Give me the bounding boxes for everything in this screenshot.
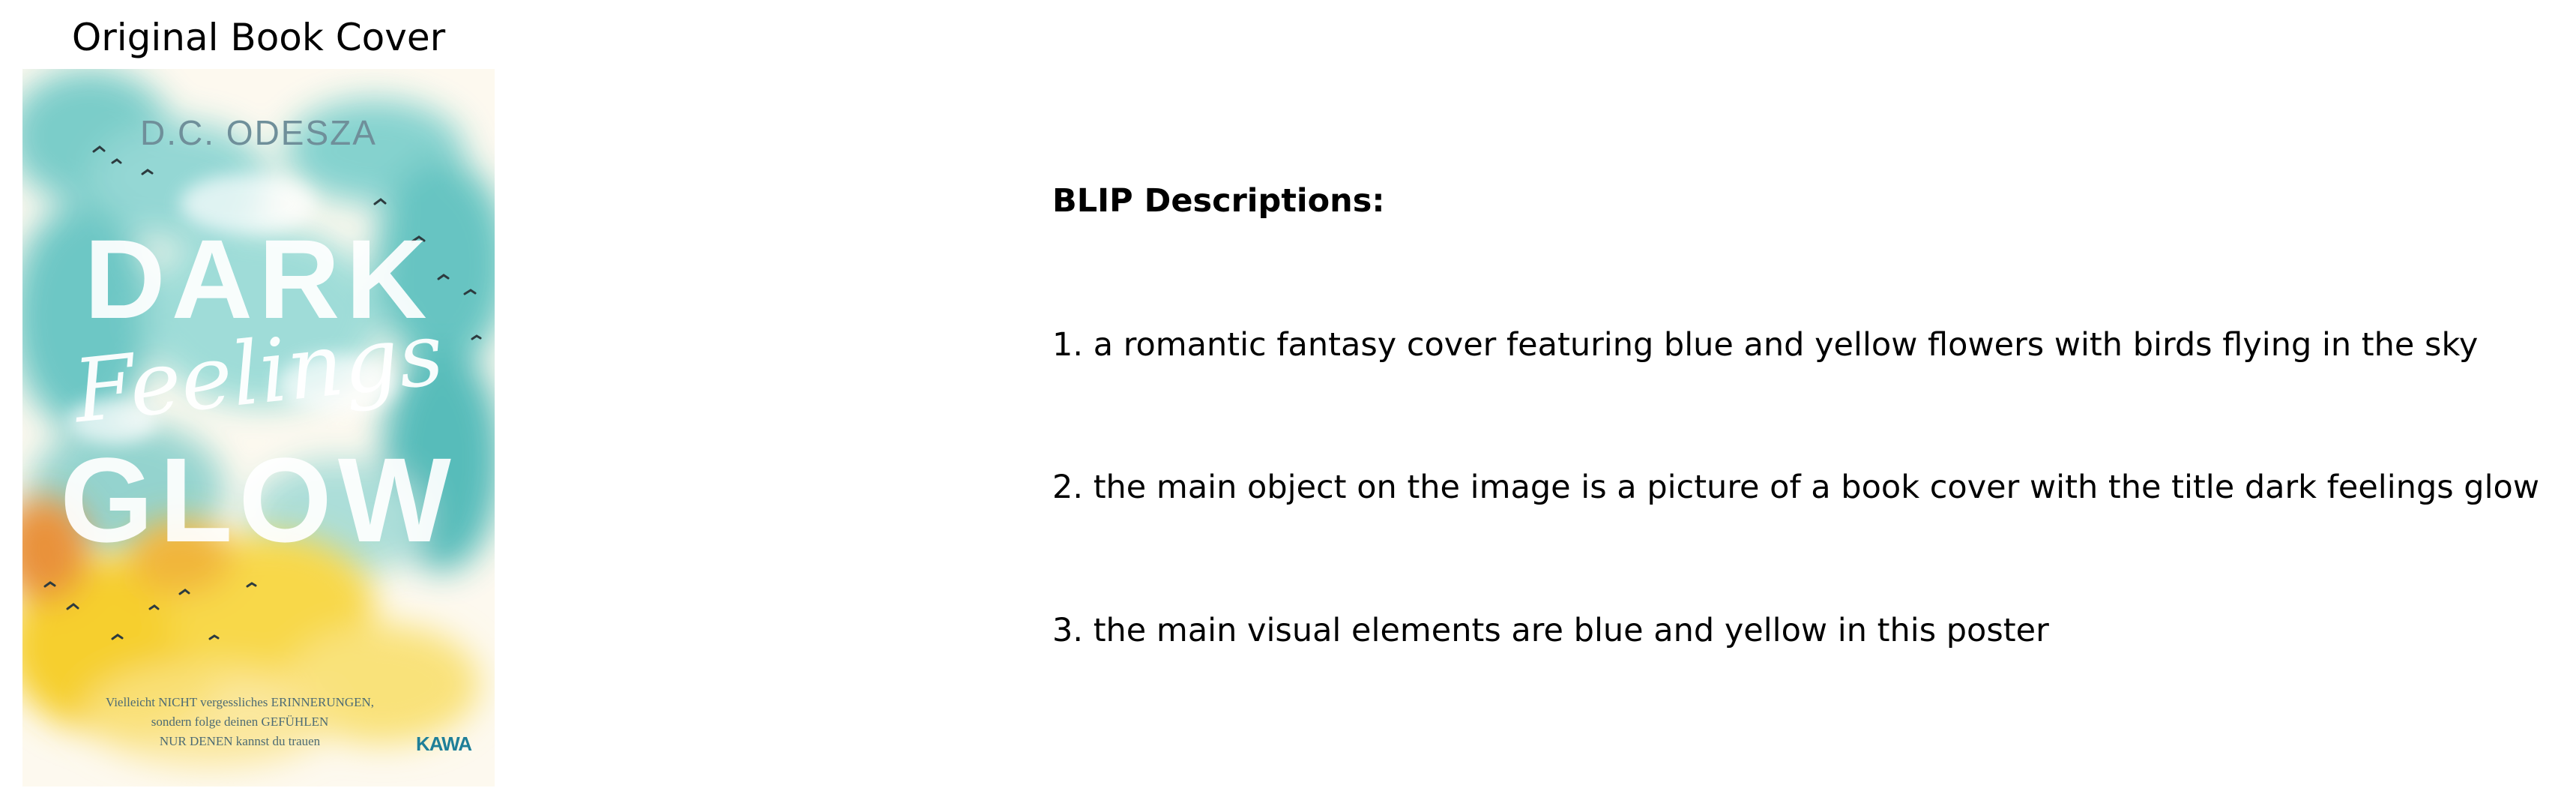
description-item: 3. the main visual elements are blue and…	[1052, 612, 2049, 649]
cover-blurb-line: NUR DENEN kannst du trauen	[159, 734, 321, 748]
description-item: 1. a romantic fantasy cover featuring bl…	[1052, 326, 2479, 364]
descriptions-heading: BLIP Descriptions:	[1052, 182, 1385, 220]
cover-blurb-line: Vielleicht NICHT vergessliches ERINNERUN…	[105, 695, 375, 709]
book-cover-image: D.C. ODESZA DARK Feelings GLOW Vielleich…	[22, 69, 495, 787]
cover-title-glow: GLOW	[60, 433, 457, 567]
cover-blurb-line: sondern folge deinen GEFÜHLEN	[151, 715, 329, 729]
cover-author: D.C. ODESZA	[140, 113, 377, 152]
cover-publisher-logo: KAWA	[416, 733, 472, 755]
cover-blurb: Vielleicht NICHT vergessliches ERINNERUN…	[37, 693, 442, 751]
description-item: 2. the main object on the image is a pic…	[1052, 469, 2540, 506]
cover-panel-title: Original Book Cover	[71, 16, 446, 59]
